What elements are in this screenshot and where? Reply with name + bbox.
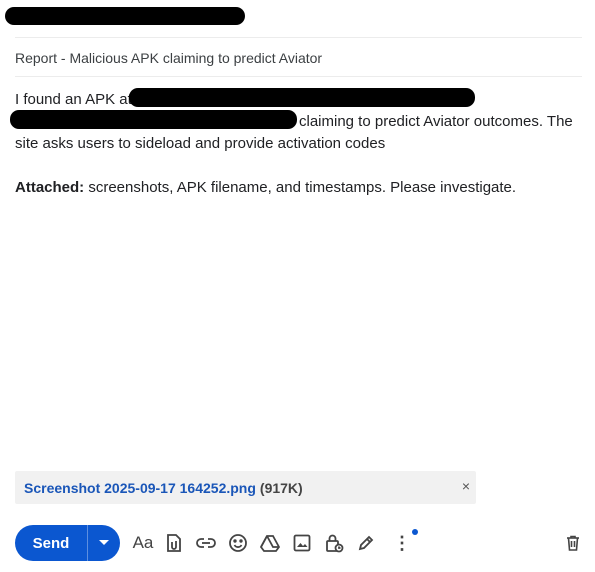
remove-attachment-icon[interactable]: ×	[462, 478, 470, 494]
google-drive-icon[interactable]	[258, 531, 282, 555]
body-attached-line[interactable]: Attached: screenshots, APK filename, and…	[15, 177, 516, 199]
notification-dot	[412, 529, 418, 535]
recipient-redacted	[5, 7, 245, 25]
attachment-chip[interactable]: Screenshot 2025-09-17 164252.png (917K) ×	[15, 471, 476, 504]
body-line2-text: claiming to predict Aviator outcomes. Th…	[299, 113, 573, 130]
body-line-3[interactable]: site asks users to sideload and provide …	[15, 133, 385, 155]
url-redacted-2	[10, 110, 297, 129]
subject-divider	[15, 76, 582, 77]
attachment-filename[interactable]: Screenshot 2025-09-17 164252.png	[24, 480, 256, 496]
attachment-size: (917K)	[259, 480, 303, 496]
emoji-icon[interactable]	[226, 531, 250, 555]
insert-link-icon[interactable]	[194, 531, 218, 555]
format-text-icon[interactable]: Aa	[131, 531, 155, 555]
body-line1-prefix: I found an APK at	[15, 91, 132, 108]
attachment-link[interactable]: Screenshot 2025-09-17 164252.png (917K)	[24, 480, 303, 496]
more-send-options-button[interactable]	[88, 525, 120, 561]
attached-text: screenshots, APK filename, and timestamp…	[84, 179, 517, 196]
attach-file-icon[interactable]	[162, 531, 186, 555]
send-button-group: Send	[15, 525, 120, 561]
body-line-1[interactable]: I found an APK at	[15, 89, 132, 111]
header-divider	[15, 37, 582, 38]
signature-icon[interactable]	[354, 531, 378, 555]
more-options-icon[interactable]: ⋮	[390, 531, 414, 555]
dropdown-arrow-icon	[99, 540, 109, 545]
subject-field[interactable]: Report - Malicious APK claiming to predi…	[15, 50, 322, 66]
attached-label: Attached:	[15, 179, 85, 196]
body-line-2[interactable]: claiming to predict Aviator outcomes. Th…	[299, 111, 573, 133]
body-line3-text: site asks users to sideload and provide …	[15, 135, 386, 152]
send-button[interactable]: Send	[15, 525, 87, 561]
discard-draft-icon[interactable]	[561, 531, 585, 555]
insert-photo-icon[interactable]	[290, 531, 314, 555]
confidential-mode-icon[interactable]	[322, 531, 346, 555]
url-redacted-1	[129, 88, 475, 107]
